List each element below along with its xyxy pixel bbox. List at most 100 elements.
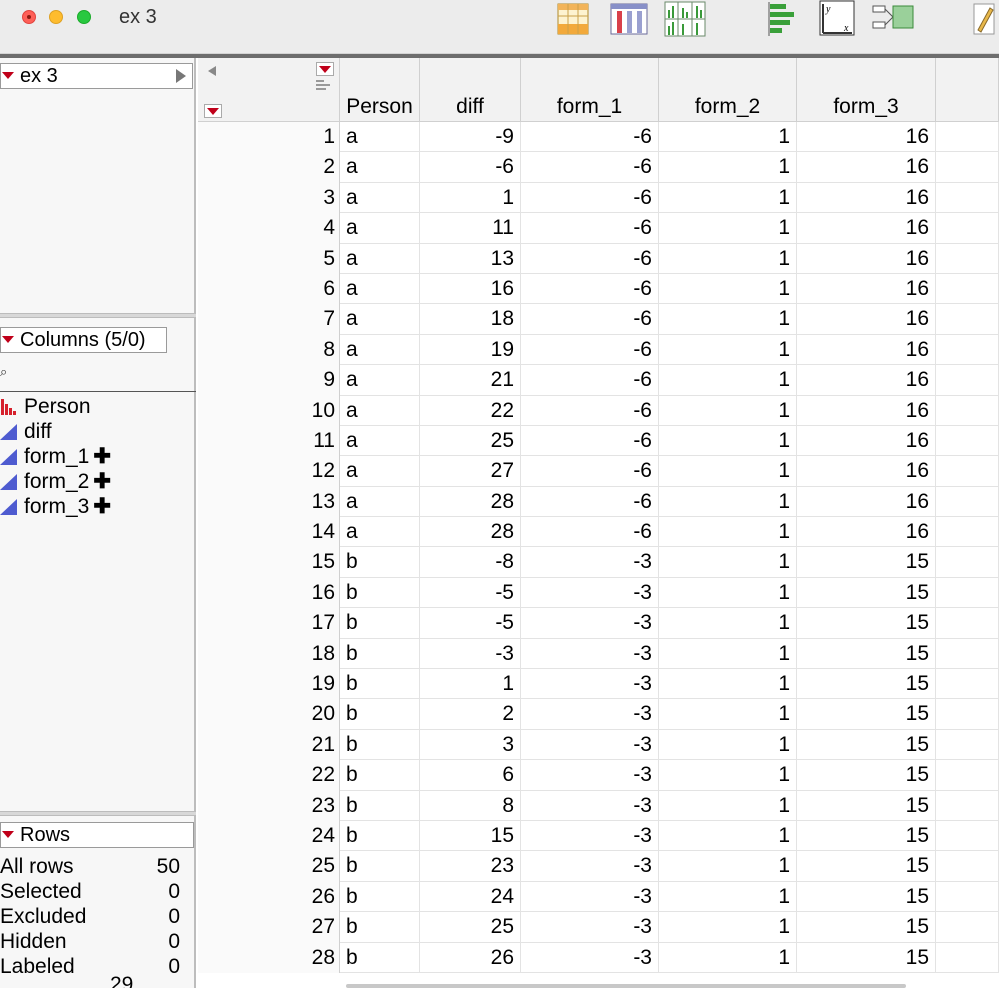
table-cell-f1[interactable]: -6 (521, 517, 659, 548)
table-cell-f3[interactable]: 16 (797, 273, 936, 305)
row-number-cell[interactable]: 2 (198, 152, 340, 183)
rows-red-triangle-menu[interactable] (204, 104, 222, 118)
column-header-empty[interactable] (936, 58, 999, 122)
table-cell-f2[interactable]: 1 (659, 547, 797, 578)
table-cell-diff[interactable]: 26 (420, 942, 521, 973)
table-cell-person[interactable]: a (340, 152, 420, 183)
row-number-cell[interactable]: 23 (198, 790, 340, 821)
table-row[interactable]: 19 b 1 -3 1 15 (198, 669, 999, 700)
column-header-person[interactable]: Person (340, 58, 420, 122)
table-cell-empty[interactable] (936, 395, 999, 426)
table-cell-f2[interactable]: 1 (659, 760, 797, 791)
table-cell-empty[interactable] (936, 851, 999, 882)
table-cell-f2[interactable]: 1 (659, 273, 797, 305)
column-search-field[interactable]: ⌕ (0, 358, 196, 392)
table-cell-diff[interactable]: -5 (420, 577, 521, 609)
table-cell-person[interactable]: a (340, 517, 420, 548)
rows-menu-icon[interactable] (2, 831, 14, 838)
row-number-cell[interactable]: 16 (198, 577, 340, 609)
row-stat-excluded[interactable]: Excluded 0 (0, 904, 182, 929)
table-cell-person[interactable]: a (340, 182, 420, 214)
table-row[interactable]: 13 a 28 -6 1 16 (198, 486, 999, 518)
table-cell-empty[interactable] (936, 699, 999, 730)
close-window-button[interactable] (22, 10, 36, 24)
column-item-person[interactable]: Person (0, 394, 196, 419)
table-cell-empty[interactable] (936, 881, 999, 913)
row-number-cell[interactable]: 22 (198, 760, 340, 791)
table-cell-diff[interactable]: 13 (420, 243, 521, 274)
formula-plus-icon[interactable]: ✚ (93, 445, 111, 468)
panel-splitter[interactable] (0, 313, 196, 318)
table-cell-diff[interactable]: 23 (420, 851, 521, 882)
table-cell-f1[interactable]: -6 (521, 425, 659, 457)
table-cell-f1[interactable]: -3 (521, 942, 659, 973)
table-cell-person[interactable]: b (340, 881, 420, 913)
fit-model-icon[interactable] (871, 0, 915, 40)
edit-icon[interactable] (968, 0, 999, 40)
table-cell-diff[interactable]: -9 (420, 122, 521, 153)
table-cell-f3[interactable]: 15 (797, 577, 936, 609)
column-item-form-1[interactable]: form_1 ✚ (0, 444, 196, 469)
table-row[interactable]: 20 b 2 -3 1 15 (198, 699, 999, 730)
table-cell-f3[interactable]: 15 (797, 851, 936, 882)
table-cell-f2[interactable]: 1 (659, 213, 797, 244)
table-cell-f1[interactable]: -6 (521, 395, 659, 426)
table-cell-f3[interactable]: 16 (797, 122, 936, 153)
minimize-window-button[interactable] (49, 10, 63, 24)
row-number-cell[interactable]: 12 (198, 456, 340, 487)
table-cell-f3[interactable]: 15 (797, 820, 936, 852)
table-cell-f3[interactable]: 16 (797, 152, 936, 183)
table-cell-empty[interactable] (936, 273, 999, 305)
table-cell-f1[interactable]: -3 (521, 760, 659, 791)
table-cell-empty[interactable] (936, 304, 999, 335)
table-cell-f3[interactable]: 16 (797, 456, 936, 487)
table-cell-f2[interactable]: 1 (659, 942, 797, 973)
table-cell-f2[interactable]: 1 (659, 243, 797, 274)
table-row[interactable]: 1 a -9 -6 1 16 (198, 122, 999, 153)
table-cell-person[interactable]: a (340, 122, 420, 153)
table-cell-empty[interactable] (936, 122, 999, 153)
row-stat-labeled[interactable]: Labeled 0 (0, 954, 182, 979)
row-number-cell[interactable]: 4 (198, 213, 340, 244)
table-cell-person[interactable]: b (340, 699, 420, 730)
table-cell-f1[interactable]: -3 (521, 699, 659, 730)
table-cell-f1[interactable]: -6 (521, 152, 659, 183)
table-cell-empty[interactable] (936, 152, 999, 183)
table-cell-diff[interactable]: 28 (420, 517, 521, 548)
table-cell-empty[interactable] (936, 608, 999, 639)
table-cell-empty[interactable] (936, 669, 999, 700)
table-cell-f3[interactable]: 16 (797, 334, 936, 366)
row-number-cell[interactable]: 19 (198, 669, 340, 700)
table-cell-empty[interactable] (936, 517, 999, 548)
table-cell-f1[interactable]: -3 (521, 577, 659, 609)
data-table-icon[interactable] (555, 0, 591, 40)
table-cell-f2[interactable]: 1 (659, 425, 797, 457)
panel-splitter[interactable] (0, 811, 196, 816)
table-cell-empty[interactable] (936, 577, 999, 609)
table-cell-empty[interactable] (936, 425, 999, 457)
table-cell-f1[interactable]: -6 (521, 273, 659, 305)
table-cell-person[interactable]: b (340, 669, 420, 700)
table-cell-f2[interactable]: 1 (659, 456, 797, 487)
table-row[interactable]: 27 b 25 -3 1 15 (198, 912, 999, 943)
row-number-cell[interactable]: 24 (198, 820, 340, 852)
table-cell-diff[interactable]: 8 (420, 790, 521, 821)
table-cell-f2[interactable]: 1 (659, 912, 797, 943)
table-row[interactable]: 23 b 8 -3 1 15 (198, 790, 999, 821)
table-cell-f3[interactable]: 15 (797, 760, 936, 791)
row-number-cell[interactable]: 9 (198, 365, 340, 396)
table-cell-f3[interactable]: 15 (797, 638, 936, 670)
table-cell-f1[interactable]: -6 (521, 365, 659, 396)
table-cell-person[interactable]: b (340, 912, 420, 943)
table-cell-person[interactable]: a (340, 273, 420, 305)
table-row[interactable]: 25 b 23 -3 1 15 (198, 851, 999, 882)
table-cell-diff[interactable]: 21 (420, 365, 521, 396)
table-cell-empty[interactable] (936, 760, 999, 791)
row-number-cell[interactable]: 17 (198, 608, 340, 639)
table-cell-f3[interactable]: 16 (797, 304, 936, 335)
table-cell-empty[interactable] (936, 334, 999, 366)
table-cell-person[interactable]: a (340, 456, 420, 487)
row-number-cell[interactable]: 11 (198, 425, 340, 457)
table-row[interactable]: 15 b -8 -3 1 15 (198, 547, 999, 578)
table-cell-diff[interactable]: 3 (420, 729, 521, 761)
